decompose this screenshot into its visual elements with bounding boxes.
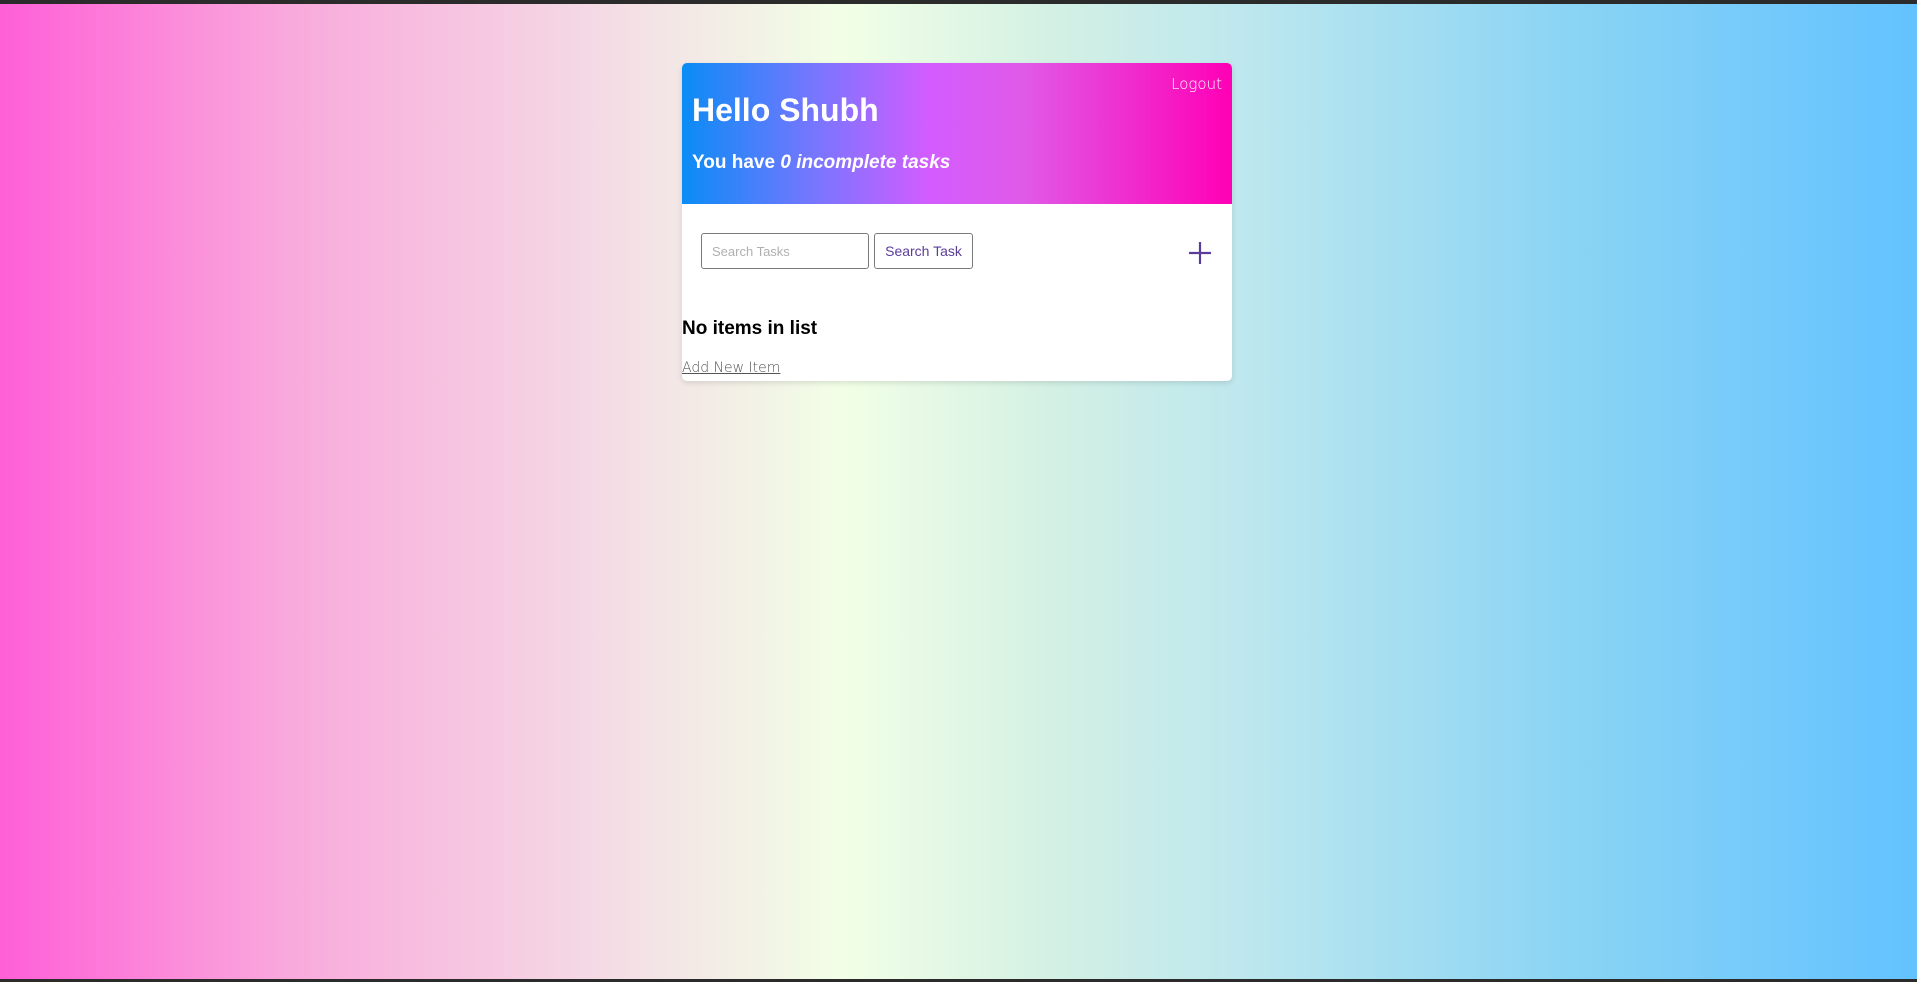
add-new-item-link[interactable]: Add New Item xyxy=(682,360,780,376)
search-task-button[interactable]: Search Task xyxy=(874,233,973,269)
tasks-summary-prefix: You have xyxy=(692,152,781,173)
add-task-button[interactable] xyxy=(1185,238,1215,268)
logout-link[interactable]: Logout xyxy=(1171,75,1222,93)
search-input[interactable] xyxy=(701,233,869,269)
todo-card: Logout Hello Shubh You have 0 incomplete… xyxy=(682,63,1232,381)
tasks-summary: You have 0 incomplete tasks xyxy=(692,152,950,174)
incomplete-count: 0 incomplete tasks xyxy=(780,152,951,173)
greeting-title: Hello Shubh xyxy=(692,92,879,128)
empty-list-message: No items in list xyxy=(682,318,818,339)
card-header: Logout Hello Shubh You have 0 incomplete… xyxy=(682,63,1232,204)
plus-icon xyxy=(1189,242,1211,264)
